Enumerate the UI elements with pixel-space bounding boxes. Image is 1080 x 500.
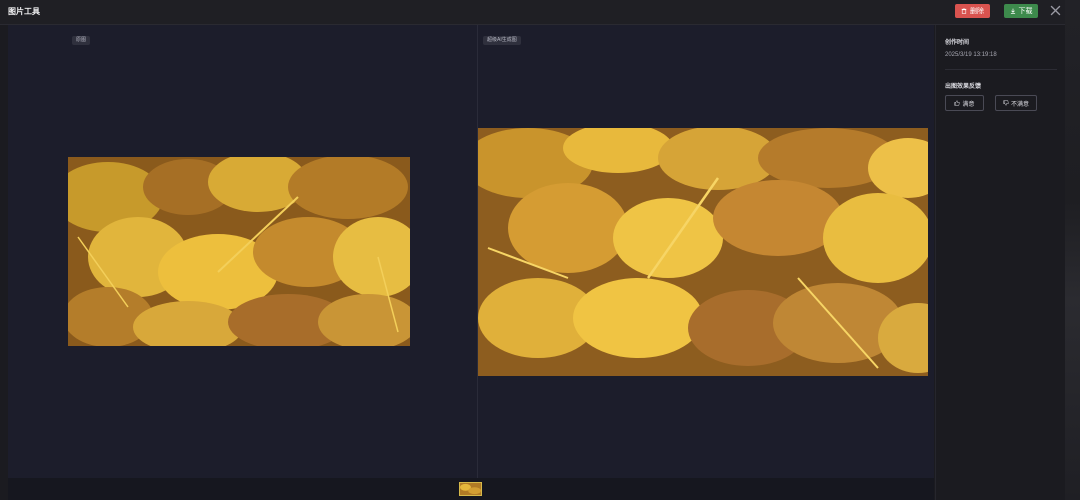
delete-button[interactable]: 删除 [955, 4, 990, 18]
unsatisfied-button[interactable]: 不满意 [995, 95, 1037, 111]
background-edge [1065, 0, 1080, 500]
created-time-value: 2025/3/19 13:19:18 [945, 52, 997, 58]
feedback-label: 出图效果反馈 [945, 84, 982, 90]
panel-divider [945, 69, 1057, 70]
created-time-label: 创作时间 [945, 40, 970, 46]
thumbs-down-icon [1003, 100, 1009, 106]
download-label: 下载 [1018, 8, 1033, 15]
unsatisfied-label: 不满意 [1010, 101, 1029, 108]
top-bar [0, 0, 1080, 25]
satisfied-label: 满意 [962, 101, 975, 108]
trash-icon [961, 8, 967, 14]
close-icon[interactable] [1050, 5, 1061, 16]
ai-result-tag: 超级AI生成图 [483, 36, 521, 45]
window-title: 图片工具 [8, 7, 40, 16]
download-icon [1010, 8, 1015, 14]
download-button[interactable]: 下载 [1004, 4, 1038, 18]
thumbs-up-icon [954, 100, 961, 106]
satisfied-button[interactable]: 满意 [945, 95, 984, 111]
ai-generated-image [478, 128, 928, 376]
original-tag: 原图 [72, 36, 91, 45]
thumbnail-item[interactable] [459, 482, 482, 496]
delete-label: 删除 [970, 8, 984, 15]
original-image [68, 157, 410, 346]
